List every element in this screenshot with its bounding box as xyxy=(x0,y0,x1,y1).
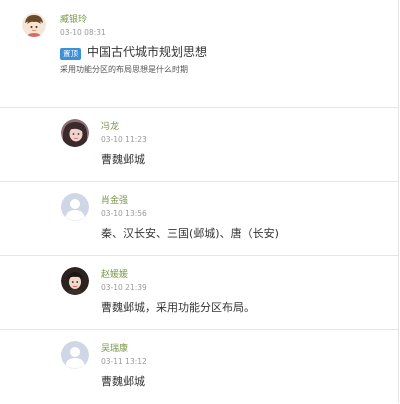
reply-time: 03-10 11:23 xyxy=(101,135,147,144)
reply-item: 赵媛媛 03-10 21:39 曹魏邺城，采用功能分区布局。 xyxy=(0,256,398,330)
reply-item: 肖金强 03-10 13:56 秦、汉长安、三国(邺城)、唐（长安) xyxy=(0,182,398,256)
author-avatar[interactable] xyxy=(22,13,46,37)
reply-item: 吴瑞康 03-11 13:12 曹魏邺城 xyxy=(0,330,398,404)
discussion-thread: 臧银玲 03-10 08:31 置顶 中国古代城市规划思想 采用功能分区的布局思… xyxy=(0,0,400,403)
reply-content: 曹魏邺城 xyxy=(101,153,145,166)
reply-content: 曹魏邺城，采用功能分区布局。 xyxy=(101,301,255,314)
reply-time: 03-11 13:12 xyxy=(101,357,147,366)
reply-author[interactable]: 赵媛媛 xyxy=(101,271,128,280)
post-body: 采用功能分区的布局思想是什么时期 xyxy=(60,65,188,74)
reply-content: 秦、汉长安、三国(邺城)、唐（长安) xyxy=(101,227,279,240)
reply-time: 03-10 13:56 xyxy=(101,209,147,218)
post-title: 中国古代城市规划思想 xyxy=(87,45,208,59)
reply-author[interactable]: 吴瑞康 xyxy=(101,345,128,354)
reply-avatar[interactable] xyxy=(61,119,89,147)
reply-item: 冯龙 03-10 11:23 曹魏邺城 xyxy=(0,108,398,182)
default-avatar-icon[interactable] xyxy=(61,341,89,369)
default-avatar-icon[interactable] xyxy=(61,193,89,221)
reply-author[interactable]: 肖金强 xyxy=(101,197,128,206)
reply-content: 曹魏邺城 xyxy=(101,375,145,388)
reply-avatar[interactable] xyxy=(61,267,89,295)
right-border xyxy=(398,0,399,403)
reply-time: 03-10 21:39 xyxy=(101,283,147,292)
original-post: 臧银玲 03-10 08:31 置顶 中国古代城市规划思想 采用功能分区的布局思… xyxy=(0,0,398,108)
pinned-badge: 置顶 xyxy=(60,48,81,60)
reply-author[interactable]: 冯龙 xyxy=(101,123,119,132)
post-time: 03-10 08:31 xyxy=(60,28,106,37)
author-name[interactable]: 臧银玲 xyxy=(60,16,87,25)
